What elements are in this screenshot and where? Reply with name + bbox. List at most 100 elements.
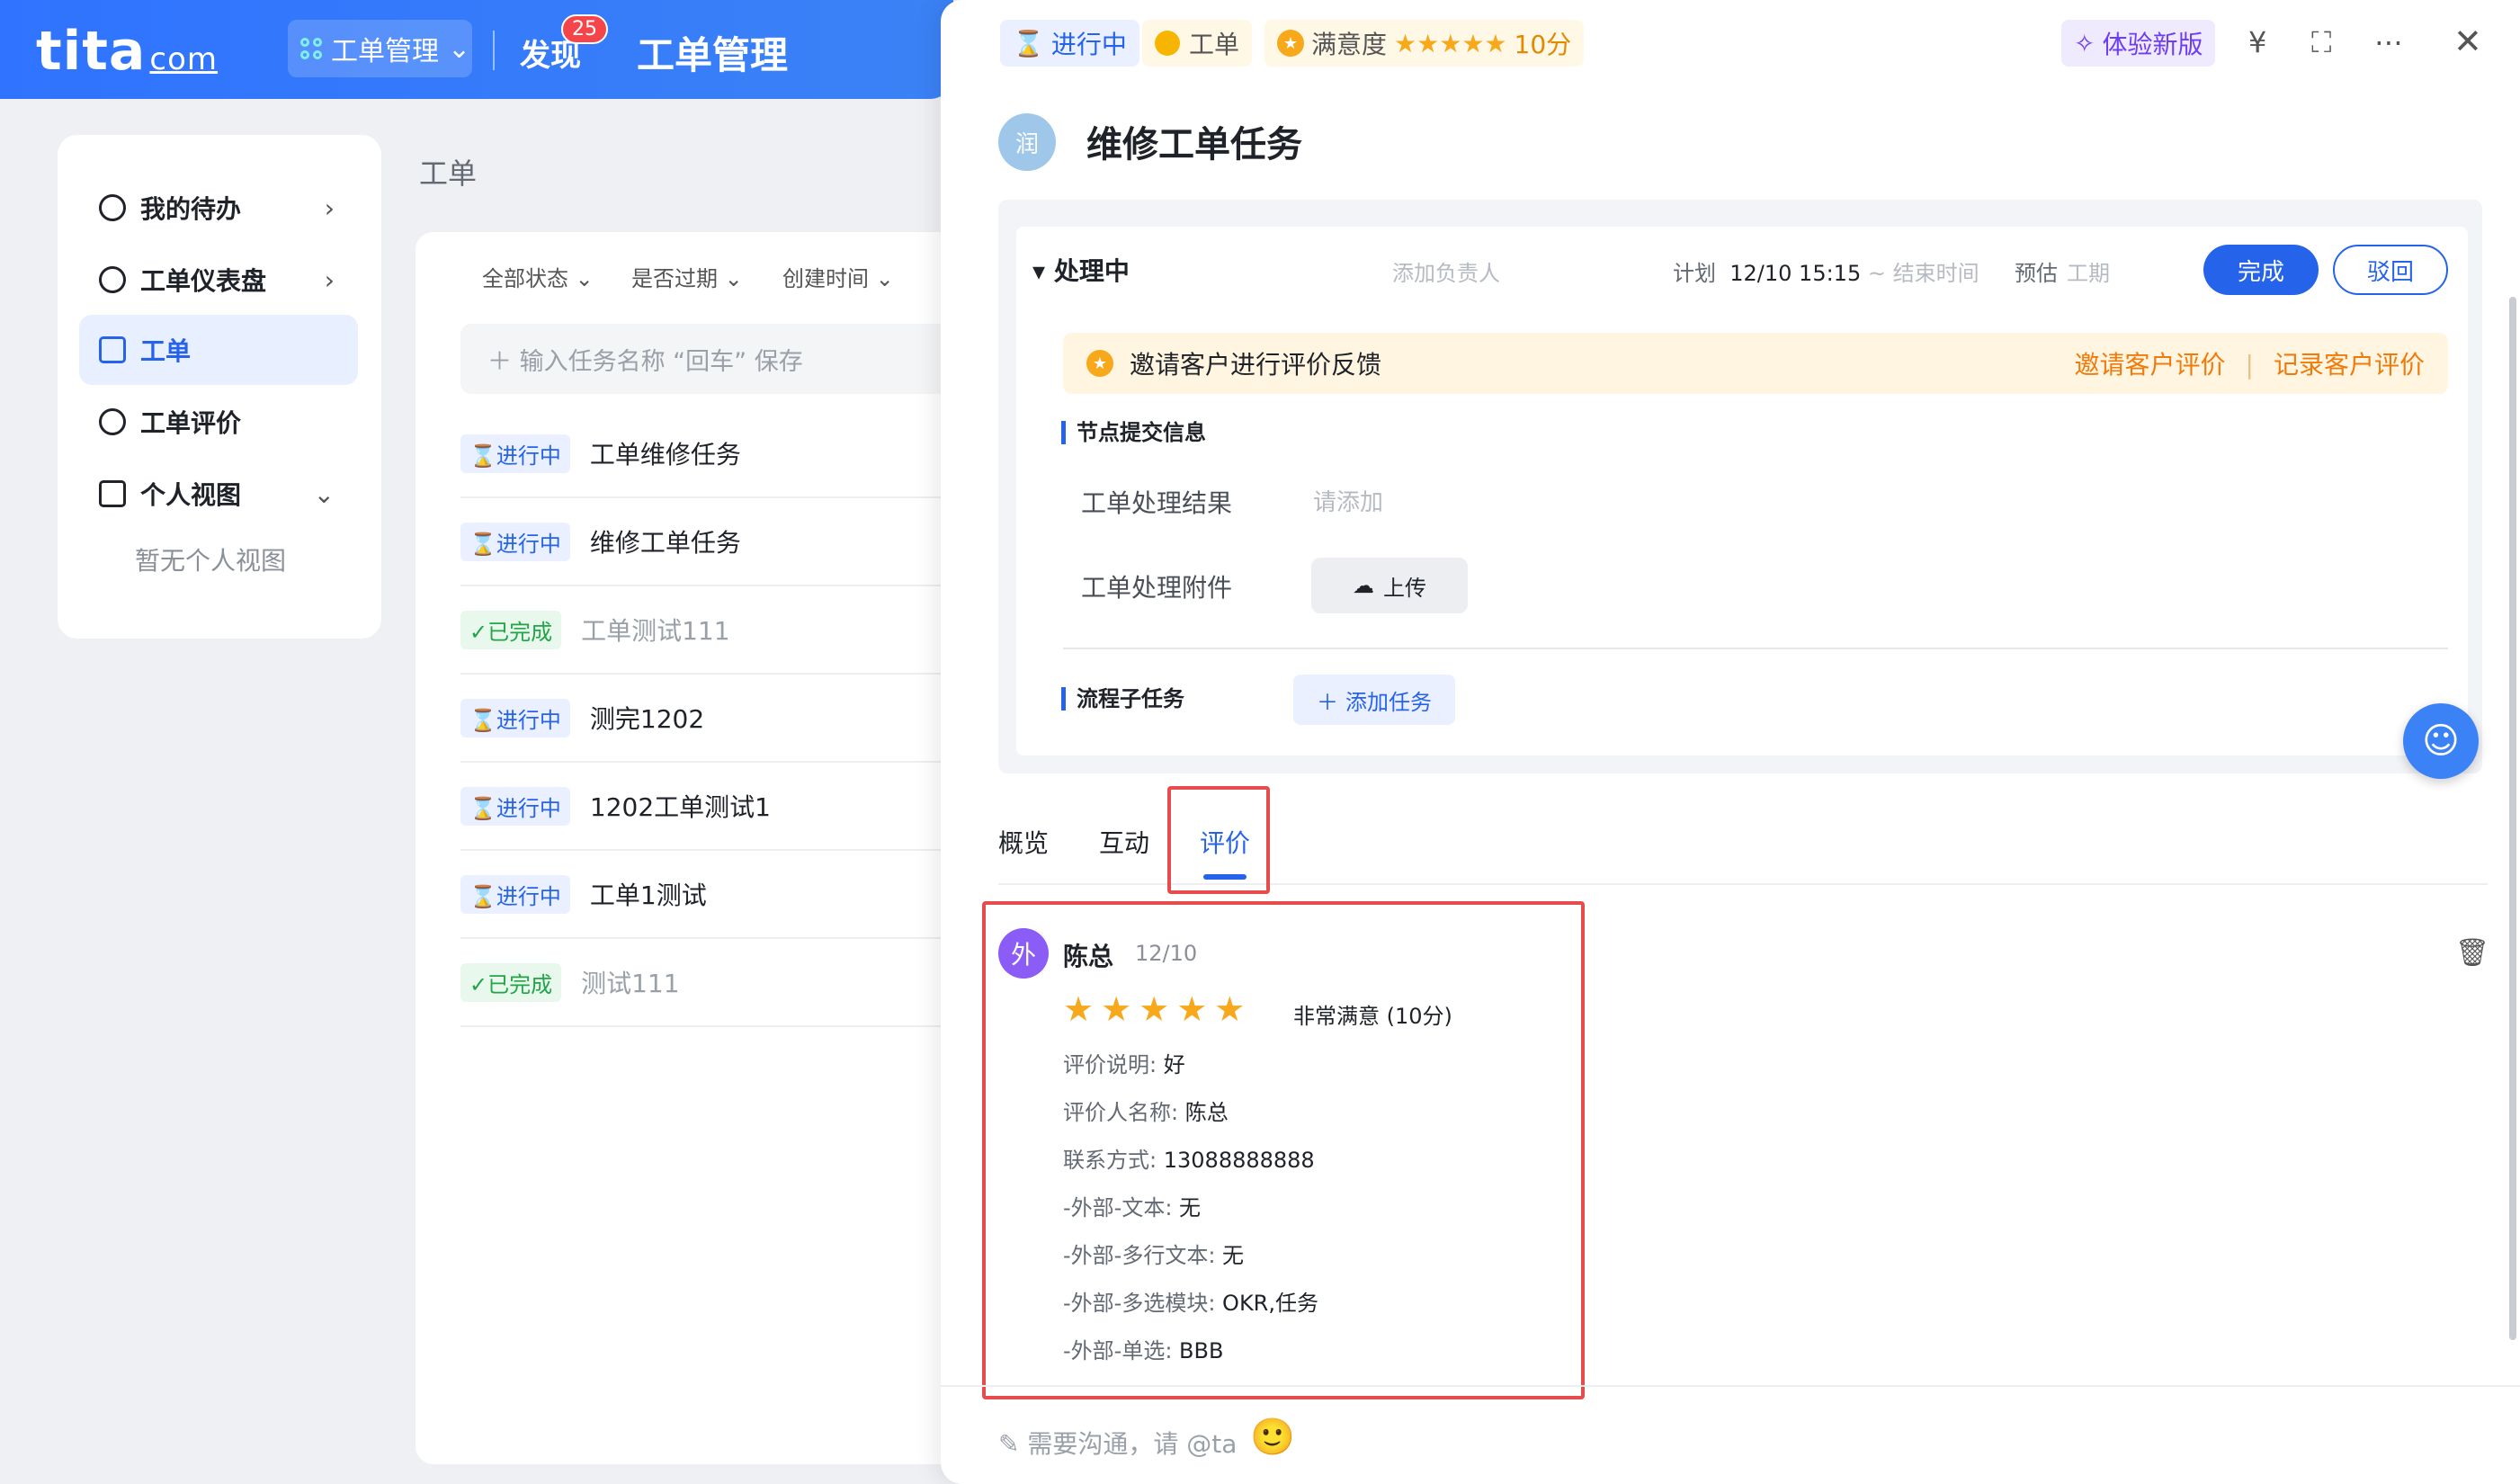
status-badge: ✓已完成 <box>460 610 562 649</box>
sidebar-item-ticket-review[interactable]: 工单评价 <box>79 387 358 457</box>
new-task-input[interactable]: ＋ 输入任务名称 “回车” 保存 <box>460 324 964 394</box>
clock-icon <box>1155 31 1180 56</box>
node-title[interactable]: ▾ 处理中 <box>1032 252 1130 288</box>
reject-button[interactable]: 驳回 <box>2333 245 2448 295</box>
star-badge-icon <box>99 408 126 435</box>
app-title: 工单管理 <box>637 33 789 77</box>
filter-status[interactable]: 全部状态 ⌄ <box>482 261 594 292</box>
task-row[interactable]: ⌛进行中 工单1测试 <box>460 851 964 939</box>
task-row[interactable]: ⌛进行中 1202工单测试1 <box>460 763 964 851</box>
logo-suffix: com <box>149 41 219 77</box>
satisfaction-tag[interactable]: ★ 满意度 ★★★★★ 10分 <box>1264 20 1585 67</box>
field-label-attachment: 工单处理附件 <box>1081 573 1233 603</box>
filter-overdue[interactable]: 是否过期 ⌄ <box>631 261 743 292</box>
chevron-down-icon: ⌄ <box>448 32 471 65</box>
discover-count-badge: 25 <box>561 14 608 44</box>
sidebar-item-label: 工单评价 <box>140 408 242 438</box>
sidebar-item-personal-view[interactable]: 个人视图 ⌄ <box>79 459 358 529</box>
fullscreen-icon[interactable]: ⛶ <box>2311 25 2331 60</box>
scrollbar[interactable] <box>2509 297 2516 1340</box>
sparkle-icon: ✧ <box>2074 28 2096 58</box>
add-owner-link[interactable]: 添加负责人 <box>1392 255 1500 287</box>
task-row[interactable]: ⌛进行中 测完1202 <box>460 675 964 763</box>
medal-icon: ★ <box>1277 30 1304 57</box>
gauge-icon <box>99 266 126 293</box>
task-row[interactable]: ✓已完成 工单测试111 <box>460 586 964 675</box>
status-badge: ⌛进行中 <box>460 434 570 473</box>
tab-interaction[interactable]: 互动 <box>1099 824 1149 860</box>
satisfaction-label: 满意度 <box>1311 30 1388 59</box>
grid-icon <box>99 480 126 507</box>
sidebar-item-label: 工单 <box>140 336 192 366</box>
emoji-icon[interactable]: 🙂 <box>1250 1416 1295 1458</box>
task-row[interactable]: ⌛进行中 维修工单任务 <box>460 498 964 586</box>
status-badge: ✓已完成 <box>460 962 562 1002</box>
sidebar-item-dashboard[interactable]: 工单仪表盘 › <box>79 245 358 315</box>
ticket-type-tag[interactable]: 工单 <box>1142 20 1253 67</box>
status-badge: ⌛进行中 <box>460 698 570 738</box>
task-row[interactable]: ⌛进行中 工单维修任务 <box>460 410 964 498</box>
task-row[interactable]: ✓已完成 测试111 <box>460 939 964 1027</box>
tab-overview[interactable]: 概览 <box>998 824 1049 860</box>
task-name: 工单测试111 <box>581 616 730 646</box>
workflow-node-card <box>1016 227 2468 755</box>
sidebar-item-label: 我的待办 <box>140 194 242 224</box>
field-label-result: 工单处理结果 <box>1081 488 1233 518</box>
hourglass-icon: ⌛ <box>1013 28 1044 58</box>
medal-icon: ★ <box>1086 350 1113 377</box>
sidebar-item-label: 个人视图 <box>140 480 242 510</box>
comment-divider <box>941 1385 2520 1387</box>
result-input[interactable]: 请添加 <box>1313 484 1383 517</box>
empty-view-text: 暂无个人视图 <box>135 546 287 576</box>
status-badge: ⌛进行中 <box>460 874 570 914</box>
trash-icon[interactable]: 🗑 <box>2455 937 2489 969</box>
pencil-icon: ✎ <box>998 1429 1028 1459</box>
chevron-down-icon: ⌄ <box>313 478 335 509</box>
complete-button[interactable]: 完成 <box>2203 245 2319 295</box>
status-badge: ⌛进行中 <box>460 522 570 561</box>
star-rating: ★★★★★ <box>1394 28 1507 58</box>
owner-avatar[interactable]: 润 <box>998 113 1056 171</box>
status-badge: ⌛进行中 <box>460 786 570 826</box>
filter-created-time[interactable]: 创建时间 ⌄ <box>782 261 894 292</box>
task-title[interactable]: 维修工单任务 <box>1086 115 1302 167</box>
comment-input[interactable]: ✎ 需要沟通，请 @ta <box>998 1425 1237 1461</box>
task-name: 工单维修任务 <box>589 440 741 469</box>
check-circle-icon <box>99 194 126 221</box>
task-name: 测完1202 <box>589 704 705 734</box>
invite-text: 邀请客户进行评价反馈 <box>1130 350 1382 380</box>
add-subtask-button[interactable]: ＋ 添加任务 <box>1293 675 1455 725</box>
nav-separator <box>493 31 495 70</box>
list-title: 工单 <box>419 156 478 191</box>
estimate-field[interactable]: 预估 工期 <box>2015 255 2110 287</box>
sidebar-item-my-todo[interactable]: 我的待办 › <box>79 173 358 243</box>
task-name: 维修工单任务 <box>589 528 741 558</box>
document-icon <box>99 336 126 363</box>
more-icon[interactable]: ⋯ <box>2374 25 2403 59</box>
plus-icon: ＋ <box>1317 689 1338 715</box>
customer-support-icon[interactable]: ☺ <box>2403 703 2479 779</box>
upload-button[interactable]: ☁ 上传 <box>1311 558 1468 613</box>
sidebar-item-tickets[interactable]: 工单 <box>79 315 358 385</box>
section-submit-info: 节点提交信息 <box>1061 421 1206 444</box>
tita-logo[interactable]: tita com <box>36 20 218 83</box>
top-nav-bar: tita com 工单管理 ⌄ 发现 25 工单管理 <box>0 0 953 99</box>
try-new-version-button[interactable]: ✧ 体验新版 <box>2061 20 2216 67</box>
section-subtasks: 流程子任务 <box>1061 687 1184 711</box>
apps-grid-icon <box>300 38 322 59</box>
record-customer-review-link[interactable]: 记录客户评价 <box>2274 350 2425 380</box>
invite-review-banner: ★ 邀请客户进行评价反馈 邀请客户评价 | 记录客户评价 <box>1063 333 2448 394</box>
plan-time[interactable]: 计划 12/10 15:15 ~ 结束时间 <box>1673 255 1979 287</box>
module-switcher-label: 工单管理 <box>331 36 439 67</box>
task-name: 1202工单测试1 <box>589 792 771 822</box>
close-icon[interactable]: ✕ <box>2453 22 2482 61</box>
divider <box>1063 648 2448 649</box>
sidebar-item-label: 工单仪表盘 <box>140 266 267 296</box>
status-dropdown[interactable]: ⌛ 进行中 <box>1000 20 1139 67</box>
cloud-upload-icon: ☁ <box>1353 573 1374 598</box>
currency-icon[interactable]: ¥ <box>2248 25 2266 59</box>
chevron-right-icon: › <box>324 192 335 223</box>
invite-customer-review-link[interactable]: 邀请客户评价 <box>2075 350 2226 380</box>
caret-down-icon: ▾ <box>1032 256 1054 286</box>
module-switcher[interactable]: 工单管理 ⌄ <box>288 20 472 77</box>
